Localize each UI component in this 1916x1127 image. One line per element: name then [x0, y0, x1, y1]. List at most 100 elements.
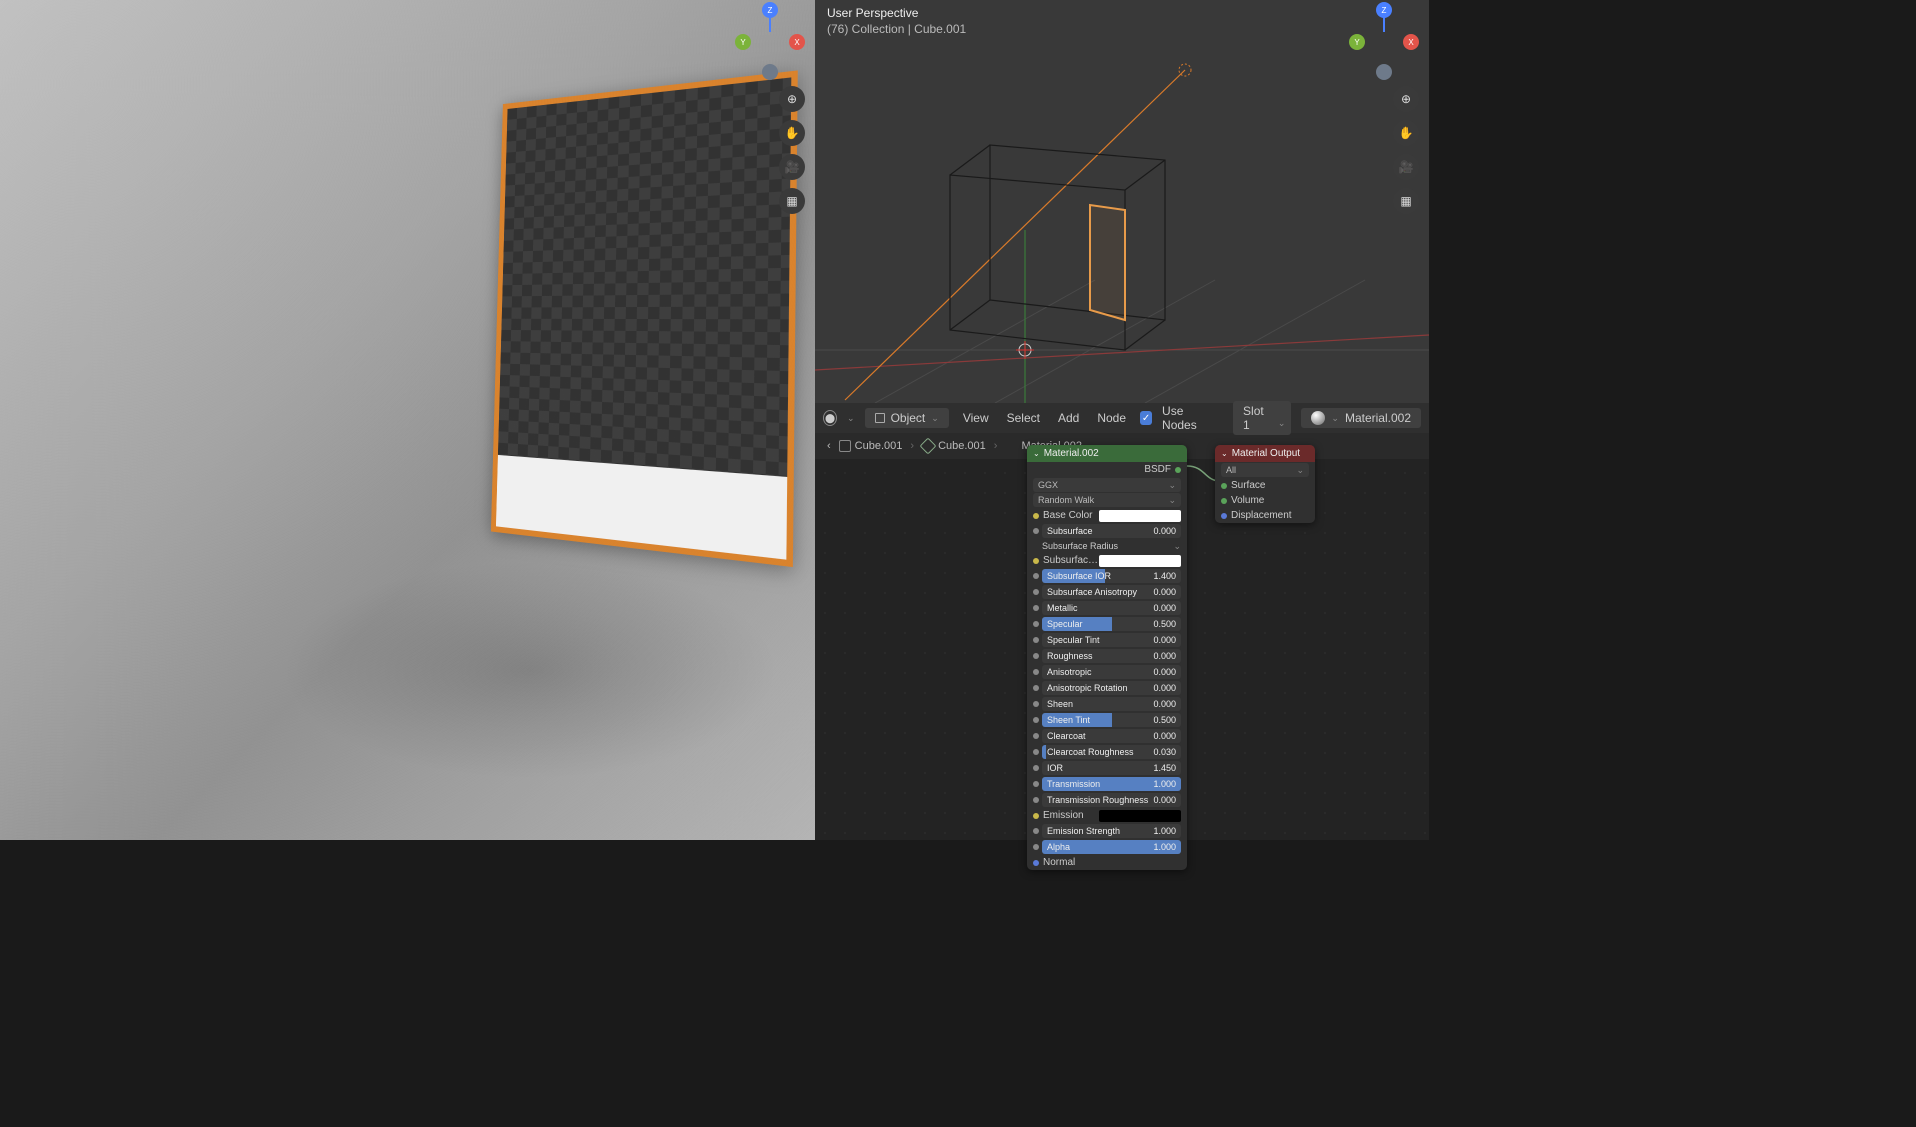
- param-sheen[interactable]: Sheen 0.000: [1027, 696, 1187, 712]
- axis-z-ball[interactable]: Z: [1376, 2, 1392, 18]
- 3d-viewport[interactable]: User Perspective (76) Collection | Cube.…: [815, 0, 1429, 403]
- value-slider[interactable]: Clearcoat 0.000: [1042, 729, 1181, 743]
- socket-icon[interactable]: [1033, 828, 1039, 834]
- surface-input[interactable]: Surface: [1215, 478, 1315, 493]
- socket-icon[interactable]: [1033, 781, 1039, 787]
- displacement-input[interactable]: Displacement: [1215, 508, 1315, 523]
- param-sheen-tint[interactable]: Sheen Tint 0.500: [1027, 712, 1187, 728]
- volume-input[interactable]: Volume: [1215, 493, 1315, 508]
- subsurface-method-dropdown[interactable]: Random Walk: [1033, 493, 1181, 507]
- axis-x-ball[interactable]: X: [789, 34, 805, 50]
- param-subsurface-anisotropy[interactable]: Subsurface Anisotropy 0.000: [1027, 584, 1187, 600]
- socket-icon[interactable]: [1033, 558, 1039, 564]
- param-anisotropic-rotation[interactable]: Anisotropic Rotation 0.000: [1027, 680, 1187, 696]
- pan-icon[interactable]: ✋: [1393, 120, 1419, 146]
- value-slider[interactable]: Specular Tint 0.000: [1042, 633, 1181, 647]
- value-slider[interactable]: Subsurface IOR 1.400: [1042, 569, 1181, 583]
- param-emission-strength[interactable]: Emission Strength 1.000: [1027, 823, 1187, 839]
- param-base-color[interactable]: Base Color: [1027, 508, 1187, 523]
- value-slider[interactable]: Subsurface Anisotropy 0.000: [1042, 585, 1181, 599]
- param-subsurface-colo[interactable]: Subsurface Colo: [1027, 553, 1187, 568]
- collapse-icon[interactable]: ⌄: [1221, 449, 1228, 458]
- socket-icon[interactable]: [1221, 498, 1227, 504]
- node-title[interactable]: ⌄ Material.002: [1027, 445, 1187, 462]
- camera-icon[interactable]: 🎥: [1393, 154, 1419, 180]
- param-subsurface-radius[interactable]: Subsurface Radius ⌄: [1027, 539, 1187, 553]
- axis-y-ball[interactable]: Y: [1349, 34, 1365, 50]
- value-slider[interactable]: Anisotropic Rotation 0.000: [1042, 681, 1181, 695]
- zoom-icon[interactable]: ⊕: [779, 86, 805, 112]
- param-normal[interactable]: Normal: [1027, 855, 1187, 870]
- socket-icon[interactable]: [1033, 701, 1039, 707]
- value-slider[interactable]: Sheen 0.000: [1042, 697, 1181, 711]
- socket-icon[interactable]: [1221, 513, 1227, 519]
- ortho-icon[interactable]: ▦: [1393, 188, 1419, 214]
- principled-bsdf-node[interactable]: ⌄ Material.002 BSDF GGX Random Walk Base…: [1027, 445, 1187, 870]
- param-subsurface-ior[interactable]: Subsurface IOR 1.400: [1027, 568, 1187, 584]
- value-slider[interactable]: Alpha 1.000: [1042, 840, 1181, 854]
- shader-node-editor[interactable]: ⬤ ⌄ Object ⌄ View Select Add Node ✓ Use …: [815, 403, 1429, 840]
- param-transmission[interactable]: Transmission 1.000: [1027, 776, 1187, 792]
- material-output-node[interactable]: ⌄ Material Output All Surface Volume Dis…: [1215, 445, 1315, 523]
- distribution-dropdown[interactable]: GGX: [1033, 478, 1181, 492]
- axis-gizmo-right[interactable]: Z X Y: [1353, 8, 1415, 80]
- value-slider[interactable]: Anisotropic 0.000: [1042, 665, 1181, 679]
- param-anisotropic[interactable]: Anisotropic 0.000: [1027, 664, 1187, 680]
- param-alpha[interactable]: Alpha 1.000: [1027, 839, 1187, 855]
- param-specular[interactable]: Specular 0.500: [1027, 616, 1187, 632]
- socket-icon[interactable]: [1033, 573, 1039, 579]
- ortho-icon[interactable]: ▦: [779, 188, 805, 214]
- color-swatch[interactable]: [1099, 555, 1181, 567]
- socket-icon[interactable]: [1033, 589, 1039, 595]
- axis-neg-ball[interactable]: [1376, 64, 1392, 80]
- socket-icon[interactable]: [1033, 637, 1039, 643]
- socket-icon[interactable]: [1033, 733, 1039, 739]
- socket-icon[interactable]: [1221, 483, 1227, 489]
- pan-icon[interactable]: ✋: [779, 120, 805, 146]
- socket-icon[interactable]: [1033, 860, 1039, 866]
- value-slider[interactable]: Emission Strength 1.000: [1042, 824, 1181, 838]
- socket-icon[interactable]: [1033, 513, 1039, 519]
- value-slider[interactable]: Specular 0.500: [1042, 617, 1181, 631]
- value-slider[interactable]: IOR 1.450: [1042, 761, 1181, 775]
- chevron-down-icon[interactable]: ⌄: [1173, 541, 1181, 552]
- socket-icon[interactable]: [1033, 813, 1039, 819]
- socket-icon[interactable]: [1033, 653, 1039, 659]
- socket-icon[interactable]: [1033, 543, 1039, 549]
- socket-icon[interactable]: [1033, 797, 1039, 803]
- axis-z-ball[interactable]: Z: [762, 2, 778, 18]
- collapse-icon[interactable]: ⌄: [1033, 449, 1040, 458]
- axis-neg-ball[interactable]: [762, 64, 778, 80]
- value-slider[interactable]: Transmission 1.000: [1042, 777, 1181, 791]
- socket-icon[interactable]: [1033, 765, 1039, 771]
- output-target-dropdown[interactable]: All: [1221, 463, 1309, 477]
- socket-icon[interactable]: [1033, 844, 1039, 850]
- node-title[interactable]: ⌄ Material Output: [1215, 445, 1315, 462]
- param-subsurface[interactable]: Subsurface 0.000: [1027, 523, 1187, 539]
- axis-x-ball[interactable]: X: [1403, 34, 1419, 50]
- bsdf-output-socket[interactable]: BSDF: [1027, 462, 1187, 477]
- socket-icon[interactable]: [1033, 528, 1039, 534]
- param-specular-tint[interactable]: Specular Tint 0.000: [1027, 632, 1187, 648]
- socket-icon[interactable]: [1033, 605, 1039, 611]
- param-ior[interactable]: IOR 1.450: [1027, 760, 1187, 776]
- zoom-icon[interactable]: ⊕: [1393, 86, 1419, 112]
- value-slider[interactable]: Roughness 0.000: [1042, 649, 1181, 663]
- param-clearcoat-roughness[interactable]: Clearcoat Roughness 0.030: [1027, 744, 1187, 760]
- axis-gizmo-left[interactable]: Z X Y: [739, 8, 801, 80]
- socket-icon[interactable]: [1033, 669, 1039, 675]
- socket-icon[interactable]: [1033, 685, 1039, 691]
- param-emission[interactable]: Emission: [1027, 808, 1187, 823]
- camera-icon[interactable]: 🎥: [779, 154, 805, 180]
- value-slider[interactable]: Sheen Tint 0.500: [1042, 713, 1181, 727]
- value-slider[interactable]: Clearcoat Roughness 0.030: [1042, 745, 1181, 759]
- socket-icon[interactable]: [1033, 621, 1039, 627]
- param-transmission-roughness[interactable]: Transmission Roughness 0.000: [1027, 792, 1187, 808]
- param-clearcoat[interactable]: Clearcoat 0.000: [1027, 728, 1187, 744]
- color-swatch[interactable]: [1099, 510, 1181, 522]
- param-roughness[interactable]: Roughness 0.000: [1027, 648, 1187, 664]
- socket-icon[interactable]: [1175, 467, 1181, 473]
- socket-icon[interactable]: [1033, 717, 1039, 723]
- value-slider[interactable]: Subsurface 0.000: [1042, 524, 1181, 538]
- value-slider[interactable]: Metallic 0.000: [1042, 601, 1181, 615]
